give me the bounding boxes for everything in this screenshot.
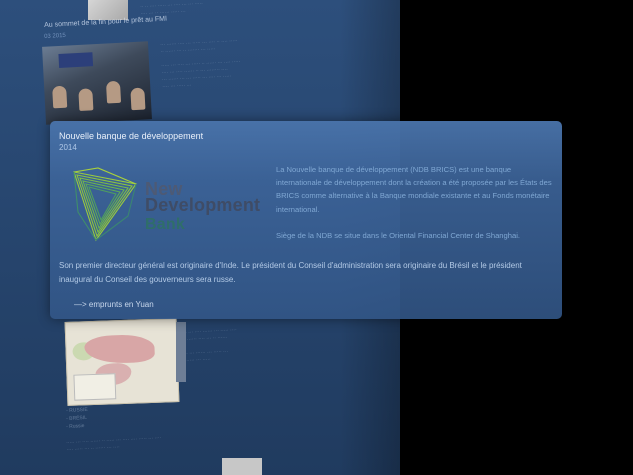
background-text-block: ···· ··· ···· ······ ··· ····· ···· ··· ·… [180, 327, 237, 364]
card-paragraph: Son premier directeur général est origin… [59, 261, 522, 284]
logo-text-development: Development [145, 195, 261, 215]
background-thumbnail [222, 458, 262, 475]
info-card: Nouvelle banque de développement 2014 Ne… [50, 121, 562, 319]
ndb-logo: New Development Bank [70, 164, 270, 246]
card-title: Nouvelle banque de développement [59, 131, 204, 141]
background-map [64, 318, 180, 406]
card-description: La Nouvelle banque de développement (NDB… [276, 165, 552, 214]
background-date: 03 2015 [44, 32, 66, 40]
background-list-item: - RUSSIE [66, 406, 88, 414]
ndb-triangle-logo-icon [73, 167, 137, 242]
yuan-loans-link[interactable]: —> emprunts en Yuan [74, 300, 154, 309]
background-heading: Au sommet de la fin pour le prêt au FMI [44, 15, 168, 29]
background-text-block: ·· ·· ···· ····· ··· ···· ··· ··· ····· ·… [140, 0, 203, 17]
background-text-block: ····· ··· ···· ······ ·· ····· ··· ···· … [66, 435, 162, 453]
background-list-item: - Russie [66, 423, 85, 430]
background-thumbnail [88, 0, 128, 20]
card-year: 2014 [59, 143, 77, 152]
logo-text-bank: Bank [145, 216, 185, 233]
background-text-block: ··· ······ ···· ··· ····· ··· ···· ·· ··… [160, 37, 241, 90]
background-photo [42, 41, 152, 125]
background-map-legend [176, 322, 186, 382]
background-list-item: - BRÉSIL [66, 414, 88, 422]
card-seat: Siège de la NDB se situe dans le Orienta… [276, 231, 520, 240]
